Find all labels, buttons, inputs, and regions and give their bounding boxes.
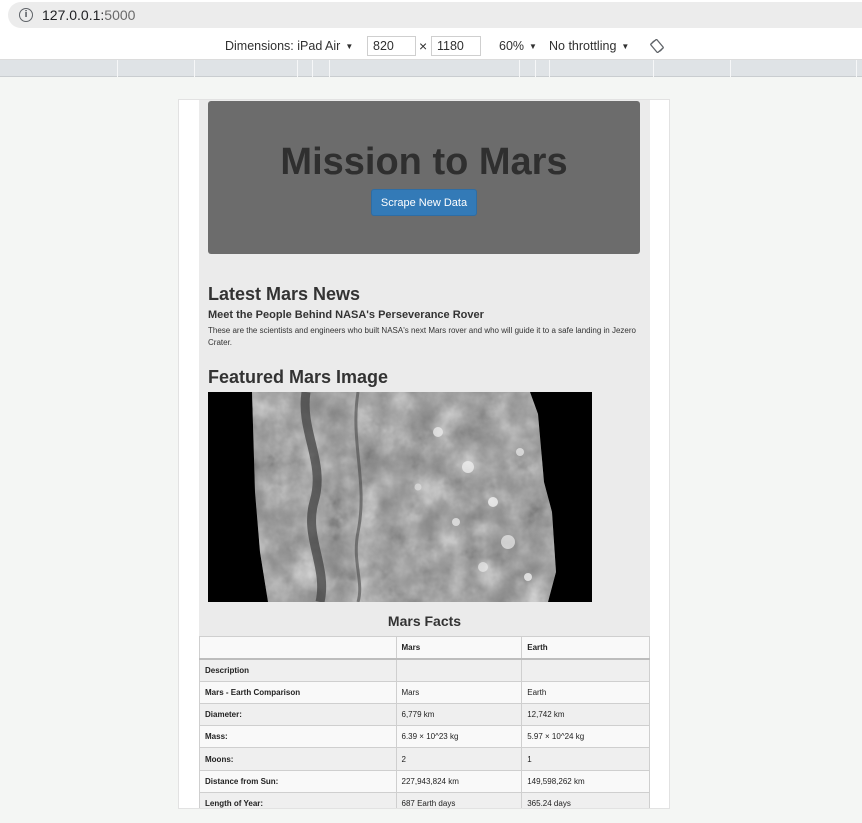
table-cell: 1 [521,747,650,771]
table-row-label: Length of Year: [199,792,397,808]
table-row: Diameter: 6,779 km 12,742 km [199,702,650,727]
device-dimensions-label: Dimensions: iPad Air [225,39,341,53]
mars-facts-heading: Mars Facts [387,613,462,629]
table-row-label: Description [199,658,397,682]
table-row: Description [199,658,650,682]
table-header-cell [199,635,397,660]
page-container: Mission to Mars Scrape New Data Latest M… [199,100,650,808]
table-header-cell: Earth [521,635,650,660]
rotate-icon [650,39,664,53]
jumbotron: Mission to Mars Scrape New Data [208,101,640,254]
device-viewport: Mission to Mars Scrape New Data Latest M… [178,99,670,809]
dimension-separator: × [419,38,428,54]
table-row: Mars - Earth Comparison Mars Earth [199,680,650,704]
table-cell: 2 [395,747,523,771]
news-heading: Latest Mars News [208,284,361,304]
url-text: 127.0.0.1:5000 [42,7,136,23]
table-row: Mass: 6.39 × 10^23 kg 5.97 × 10^24 kg [199,725,650,749]
table-cell: 6,779 km [395,702,523,727]
browser-address-bar: i 127.0.0.1:5000 [0,0,862,32]
table-cell: 5.97 × 10^24 kg [521,725,650,749]
scrape-new-data-button[interactable]: Scrape New Data [371,189,477,216]
table-cell: 227,943,824 km [395,769,523,794]
table-cell: 149,598,262 km [521,769,650,794]
table-cell: 687 Earth days [395,792,523,808]
table-header-cell: Mars [395,635,523,660]
throttling-label: No throttling [549,39,617,53]
device-dimensions-dropdown[interactable]: Dimensions: iPad Air ▼ [225,32,353,60]
zoom-label: 60% [499,39,525,53]
table-row-label: Distance from Sun: [199,769,397,794]
table-cell: 6.39 × 10^23 kg [395,725,523,749]
table-row: Distance from Sun: 227,943,824 km 149,59… [199,769,650,794]
rotate-button[interactable] [650,32,664,60]
table-row-label: Mass: [199,725,397,749]
featured-mars-image [208,392,592,602]
table-row-label: Diameter: [199,702,397,727]
viewport-height-input[interactable]: 1180 [431,36,481,56]
table-cell [395,658,523,682]
table-header-row: Mars Earth [199,635,650,660]
table-row: Moons: 2 1 [199,747,650,771]
mars-facts-table: Mars Earth Description Mars - Earth Comp… [199,635,650,808]
chevron-down-icon: ▼ [345,41,354,51]
chevron-down-icon: ▼ [621,41,630,51]
table-row-label: Moons: [199,747,397,771]
table-cell [521,658,650,682]
site-info-icon[interactable]: i [19,8,33,22]
media-query-ruler [0,60,862,77]
throttling-dropdown[interactable]: No throttling ▼ [549,32,629,60]
featured-image-heading: Featured Mars Image [208,367,389,387]
table-cell: 12,742 km [521,702,650,727]
page-title: Mission to Mars [280,141,568,183]
url-field[interactable]: i 127.0.0.1:5000 [8,2,862,28]
table-cell: Earth [521,680,650,704]
table-cell: Mars [395,680,523,704]
chevron-down-icon: ▼ [529,41,537,51]
device-toolbar: Dimensions: iPad Air ▼ 820 × 1180 60% ▼ … [0,32,862,60]
table-cell: 365.24 days [521,792,650,808]
viewport-width-input[interactable]: 820 [367,36,416,56]
news-paragraph: These are the scientists and engineers w… [208,326,636,347]
table-row: Length of Year: 687 Earth days 365.24 da… [199,792,650,808]
table-row-label: Mars - Earth Comparison [199,680,397,704]
news-title: Meet the People Behind NASA's Perseveran… [208,309,484,321]
zoom-dropdown[interactable]: 60% ▼ [499,32,537,60]
